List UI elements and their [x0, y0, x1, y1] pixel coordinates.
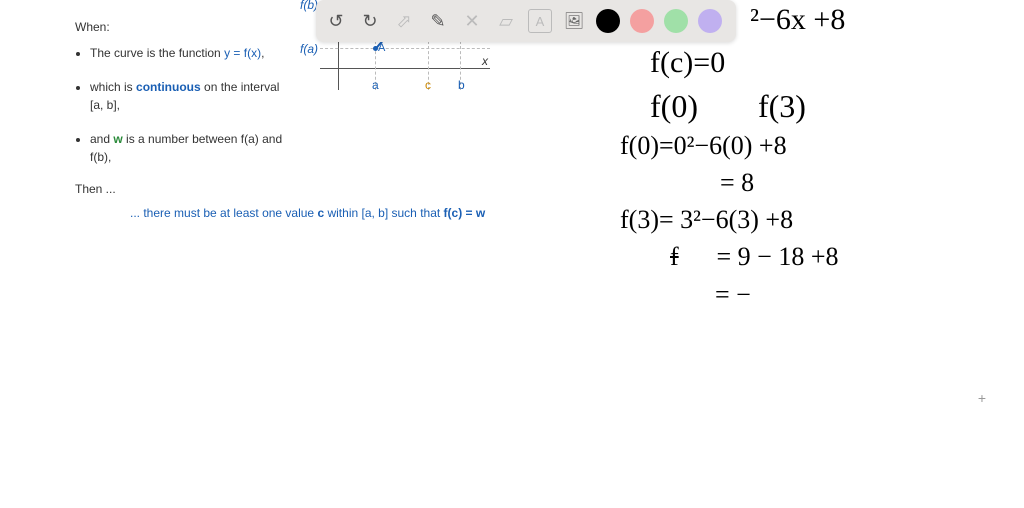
bullet-1-func: y = f(x) [224, 46, 261, 60]
image-tool[interactable]: 🖼 [562, 9, 586, 33]
conc-c-text: within [a, b] such that [324, 206, 443, 220]
hw-l5: = 8 [720, 165, 1020, 200]
hw-l8: = − [715, 277, 1020, 312]
label-a: a [372, 78, 379, 92]
label-fa: f(a) [300, 42, 318, 56]
bullet-3: and w is a number between f(a) and f(b), [90, 130, 290, 166]
then-label: Then ... [75, 182, 585, 196]
undo-button[interactable]: ↺ [324, 9, 348, 33]
bullet-1-text-c: , [261, 46, 264, 60]
hw-l2: f(c)=0 [650, 43, 1020, 84]
conc-a: ... there must be at least one value [130, 206, 317, 220]
tools-button[interactable]: ✕ [460, 9, 484, 33]
label-x: x [482, 54, 488, 68]
cursor-tool[interactable]: ⬀ [392, 9, 416, 33]
bullet-3-text-a: and [90, 132, 113, 146]
bullet-1: The curve is the function y = f(x), [90, 44, 290, 62]
cursor-indicator: + [978, 390, 986, 406]
bullet-1-text-a: The curve is the function [90, 46, 224, 60]
hw-l3b: f(3) [758, 85, 806, 128]
hw-l4: f(0)=0²−6(0) +8 [620, 128, 1020, 163]
eraser-tool[interactable]: ▱ [494, 9, 518, 33]
text-tool[interactable]: A [528, 9, 552, 33]
hw-scribble: f [670, 239, 690, 274]
label-c: c [425, 78, 431, 92]
bullet-3-w: w [113, 132, 122, 146]
handwritten-work: ²−6x +8 f(c)=0 f(0) f(3) f(0)=0²−6(0) +8… [620, 0, 1020, 314]
bullet-2: which is continuous on the interval [a, … [90, 78, 290, 114]
conc-fc: f(c) = w [444, 206, 486, 220]
redo-button[interactable]: ↻ [358, 9, 382, 33]
hw-l1: ²−6x +8 [750, 0, 1020, 41]
label-b: b [458, 78, 465, 92]
hw-l3a: f(0) [650, 85, 698, 128]
hw-l7: = 9 − 18 +8 [717, 242, 839, 271]
color-black[interactable] [596, 9, 620, 33]
pen-tool[interactable]: ✎ [426, 9, 450, 33]
hw-l6: f(3)= 3²−6(3) +8 [620, 202, 1020, 237]
label-A: A [378, 42, 385, 54]
bullet-2-continuous: continuous [136, 80, 201, 94]
conclusion: ... there must be at least one value c w… [130, 206, 585, 220]
bullet-2-text-a: which is [90, 80, 136, 94]
